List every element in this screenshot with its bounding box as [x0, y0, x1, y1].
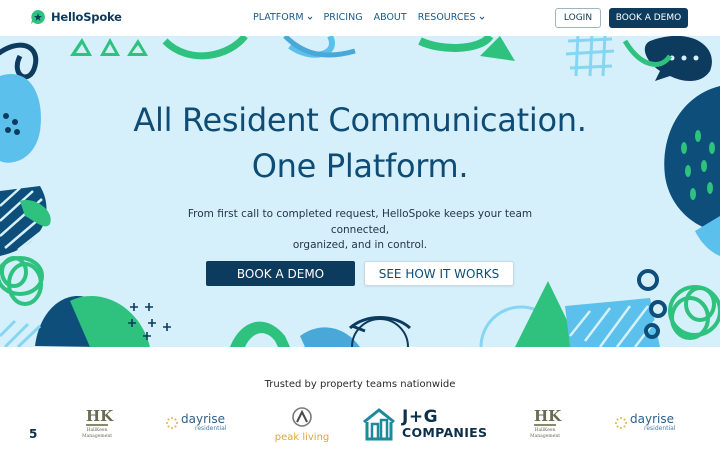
- peak-living-name: peak living: [274, 432, 330, 443]
- building-icon: [363, 408, 395, 441]
- nav-about[interactable]: ABOUT: [374, 12, 407, 23]
- see-how-it-works-button[interactable]: SEE HOW IT WORKS: [364, 261, 514, 286]
- hallkeen-mark: HK: [534, 407, 562, 426]
- jg-name: J+G: [402, 406, 439, 427]
- chevron-down-icon: [307, 16, 312, 20]
- nav-about-label: ABOUT: [373, 12, 407, 23]
- login-button[interactable]: LOGIN: [555, 8, 601, 28]
- brand-name: HelloSpoke: [51, 10, 122, 24]
- nav-pricing-label: PRICING: [323, 12, 363, 23]
- dayrise-logo: dayrise residential: [166, 413, 227, 432]
- jg-companies-logo: J+G COMPANIES: [362, 407, 487, 441]
- hallkeen-mark: HK: [86, 407, 114, 426]
- trusted-heading: Trusted by property teams nationwide: [264, 379, 456, 390]
- dayrise-name: dayrise: [630, 412, 674, 426]
- speech-bubble-logo-icon: [31, 10, 45, 24]
- sun-dots-icon: [615, 416, 627, 429]
- hero-decorative-shapes: [0, 36, 720, 347]
- nav-platform[interactable]: PLATFORM: [253, 12, 313, 23]
- hero-subtitle: From first call to completed request, He…: [160, 207, 560, 254]
- nav-platform-label: PLATFORM: [253, 12, 304, 23]
- nav-links: PLATFORM PRICING ABOUT RESOURCES: [253, 12, 496, 23]
- dayrise-sub: residential: [644, 425, 676, 432]
- hallkeen-logo: HK HallKeen Management: [526, 409, 564, 440]
- jg-sub: COMPANIES: [402, 424, 488, 440]
- peak-mountain-icon: [292, 407, 312, 427]
- peak-living-logo: peak living: [274, 407, 330, 443]
- sun-dots-icon: [166, 416, 178, 429]
- hero-section: All Resident Communication. One Platform…: [0, 36, 720, 347]
- client-logo-strip: HK HallKeen Management dayrise residenti…: [0, 400, 720, 450]
- nav-pricing[interactable]: PRICING: [324, 12, 363, 23]
- nav-book-demo-button[interactable]: BOOK A DEMO: [609, 8, 688, 28]
- hallkeen-logo: HK HallKeen Management: [78, 409, 116, 440]
- hero-title-line-1: All Resident Communication.: [133, 101, 587, 139]
- nav-resources-label: RESOURCES: [417, 12, 476, 23]
- top-nav: HelloSpoke PLATFORM PRICING ABOUT RESOUR…: [0, 0, 720, 36]
- hallkeen-sub: HallKeen Management: [81, 428, 113, 439]
- hero-book-demo-button[interactable]: BOOK A DEMO: [206, 261, 355, 286]
- hero-subtitle-line-1: From first call to completed request, He…: [187, 208, 533, 236]
- hero-title-line-2: One Platform.: [251, 147, 469, 185]
- chevron-down-icon: [479, 16, 484, 20]
- brand-logo[interactable]: HelloSpoke: [30, 9, 122, 25]
- hero-subtitle-line-2: organized, and in control.: [292, 239, 428, 251]
- dayrise-logo: dayrise residential: [615, 413, 676, 432]
- dayrise-name: dayrise: [181, 412, 225, 426]
- hero-title: All Resident Communication. One Platform…: [0, 97, 720, 189]
- nav-resources[interactable]: RESOURCES: [418, 12, 485, 23]
- dayrise-sub: residential: [195, 425, 227, 432]
- hallkeen-sub: HallKeen Management: [529, 428, 561, 439]
